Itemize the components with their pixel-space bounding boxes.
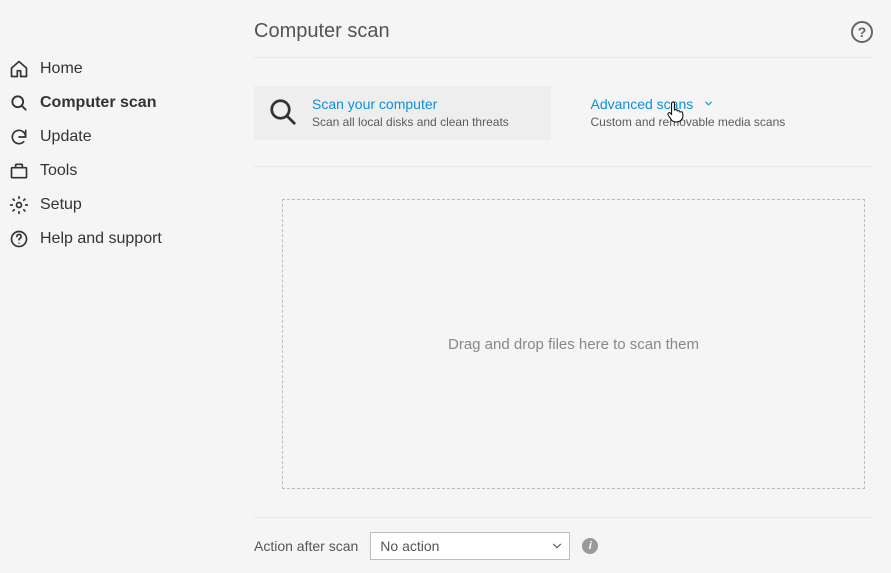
dropzone-text: Drag and drop files here to scan them: [448, 336, 699, 353]
scan-card-text: Scan your computer Scan all local disks …: [312, 95, 509, 129]
sidebar-item-update[interactable]: Update: [0, 120, 238, 154]
refresh-icon: [9, 127, 29, 147]
help-button[interactable]: ?: [851, 21, 873, 43]
sidebar-item-label: Computer scan: [40, 94, 156, 112]
footer-row: Action after scan No action i: [254, 517, 873, 560]
main-content: Computer scan ? Scan your computer Scan …: [238, 0, 891, 573]
advanced-card-text: Advanced scans Custom and removable medi…: [591, 95, 786, 129]
action-after-scan-select[interactable]: No action: [370, 532, 570, 560]
sidebar-item-computer-scan[interactable]: Computer scan: [0, 86, 238, 120]
advanced-card-title: Advanced scans: [591, 95, 786, 113]
home-icon: [9, 59, 29, 79]
briefcase-icon: [9, 161, 29, 181]
info-icon[interactable]: i: [582, 538, 598, 554]
scan-card-subtitle: Scan all local disks and clean threats: [312, 115, 509, 129]
select-value: No action: [370, 532, 570, 560]
search-icon: [9, 93, 29, 113]
sidebar-item-setup[interactable]: Setup: [0, 188, 238, 222]
header: Computer scan ?: [254, 20, 873, 58]
gear-icon: [9, 195, 29, 215]
sidebar-item-help[interactable]: Help and support: [0, 222, 238, 256]
scan-actions-row: Scan your computer Scan all local disks …: [254, 86, 873, 167]
sidebar-item-label: Tools: [40, 162, 77, 180]
sidebar-item-label: Setup: [40, 196, 82, 214]
scan-your-computer-card[interactable]: Scan your computer Scan all local disks …: [254, 86, 551, 140]
search-icon: [268, 97, 298, 127]
help-icon: [9, 229, 29, 249]
sidebar: Home Computer scan Update Tools Setup He…: [0, 0, 238, 573]
page-title: Computer scan: [254, 20, 390, 43]
chevron-down-icon: [703, 98, 714, 109]
advanced-card-subtitle: Custom and removable media scans: [591, 115, 786, 129]
sidebar-item-tools[interactable]: Tools: [0, 154, 238, 188]
scan-card-title: Scan your computer: [312, 95, 509, 113]
advanced-card-title-text: Advanced scans: [591, 96, 694, 112]
sidebar-item-label: Home: [40, 60, 83, 78]
sidebar-item-label: Help and support: [40, 230, 162, 248]
advanced-scans-card[interactable]: Advanced scans Custom and removable medi…: [577, 86, 874, 140]
dropzone[interactable]: Drag and drop files here to scan them: [282, 199, 865, 489]
sidebar-item-label: Update: [40, 128, 92, 146]
sidebar-item-home[interactable]: Home: [0, 52, 238, 86]
action-after-scan-label: Action after scan: [254, 538, 358, 554]
